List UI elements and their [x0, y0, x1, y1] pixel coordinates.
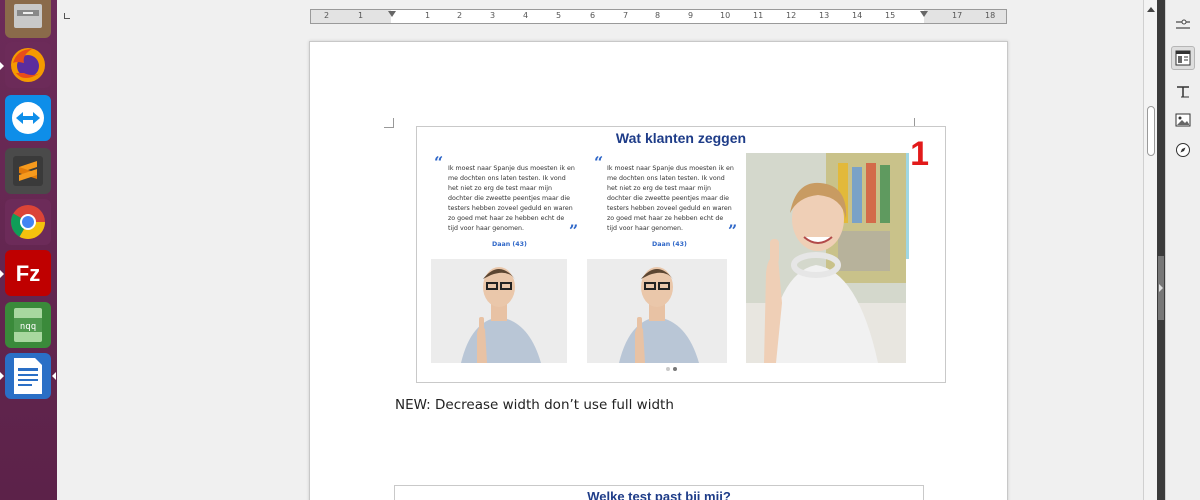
ruler-number: 12: [786, 11, 797, 20]
svg-text:nqq: nqq: [20, 322, 36, 332]
ruler-number: 6: [590, 11, 596, 20]
ruler-number: 10: [720, 11, 731, 20]
ruler-number: 13: [819, 11, 830, 20]
ruler-number: 1: [425, 11, 431, 20]
ruler-number: 8: [655, 11, 661, 20]
sublime-text-launcher-icon[interactable]: [5, 148, 51, 194]
first-line-indent-marker[interactable]: [388, 11, 396, 17]
ruler-left-margin: [311, 10, 391, 23]
testimonial-photo-man: [587, 259, 727, 363]
vertical-scrollbar[interactable]: [1143, 0, 1157, 500]
annotation-number: 1: [910, 135, 929, 173]
open-quote-icon: “: [434, 153, 444, 172]
ruler-number: 1: [358, 11, 364, 20]
ruler-number: 11: [753, 11, 764, 20]
chrome-launcher-icon[interactable]: [5, 199, 51, 245]
horizontal-ruler[interactable]: 2 1 1 2 3 4 5 6 7 8 9 10 11 12 13 14 15 …: [310, 9, 1007, 24]
page-corner-mark: [384, 118, 394, 128]
scrollbar-thumb[interactable]: [1147, 106, 1155, 156]
ruler-number: 2: [457, 11, 463, 20]
ruler-number: 4: [523, 11, 529, 20]
ruler-number: 2: [324, 11, 330, 20]
properties-icon[interactable]: [1171, 46, 1195, 70]
accent-bar: [906, 153, 909, 259]
ruler-number: 15: [885, 11, 896, 20]
testimonial-author: Daan (43): [492, 241, 527, 248]
note-paragraph[interactable]: NEW: Decrease width don’t use full width: [395, 397, 674, 413]
testimonial-photo-woman: [746, 153, 906, 363]
carousel-dots[interactable]: [666, 367, 677, 371]
ruler-number: 7: [623, 11, 629, 20]
svg-text:Fz: Fz: [16, 261, 40, 286]
sidebar-splitter[interactable]: [1157, 0, 1165, 500]
filezilla-launcher-icon[interactable]: Fz: [5, 250, 51, 296]
close-quote-icon: ”: [728, 221, 738, 240]
libreoffice-writer-launcher-icon[interactable]: [5, 353, 51, 399]
sidebar-deck: [1165, 0, 1200, 500]
ruler-number: 14: [852, 11, 863, 20]
unity-launcher: Fz nqq: [0, 0, 57, 500]
files-launcher-icon[interactable]: [5, 0, 51, 38]
carousel-dot[interactable]: [666, 367, 670, 371]
testimonial-text: Ik moest naar Spanje dus moesten ik en m…: [607, 165, 734, 232]
ruler-number: 3: [490, 11, 496, 20]
carousel-dot-active[interactable]: [673, 367, 677, 371]
ruler-corner: [64, 13, 70, 19]
next-widget-image[interactable]: Welke test past bij mij?: [394, 485, 924, 500]
document-page[interactable]: Wat klanten zeggen 1 “ Ik moest naar Spa…: [309, 41, 1008, 500]
navigator-icon[interactable]: [1171, 138, 1195, 162]
sidebar-menu-icon[interactable]: [1171, 12, 1195, 36]
scroll-up-arrow-icon[interactable]: [1147, 7, 1155, 12]
close-quote-icon: ”: [569, 221, 579, 240]
next-widget-title: Welke test past bij mij?: [587, 489, 731, 500]
right-indent-marker[interactable]: [920, 11, 928, 17]
teamviewer-launcher-icon[interactable]: [5, 95, 51, 141]
testimonial-widget-image[interactable]: Wat klanten zeggen 1 “ Ik moest naar Spa…: [416, 126, 946, 383]
testimonial-photo-man: [431, 259, 567, 363]
ruler-number: 18: [985, 11, 996, 20]
testimonial-text: Ik moest naar Spanje dus moesten ik en m…: [448, 165, 575, 232]
firefox-launcher-icon[interactable]: [5, 42, 51, 88]
ruler-number: 9: [688, 11, 694, 20]
splitter-grip[interactable]: [1158, 256, 1164, 320]
ruler-number: 17: [952, 11, 963, 20]
ruler-number: 5: [556, 11, 562, 20]
document-workspace: 2 1 1 2 3 4 5 6 7 8 9 10 11 12 13 14 15 …: [57, 0, 1157, 500]
open-quote-icon: “: [594, 153, 604, 172]
testimonial-author: Daan (43): [652, 241, 687, 248]
gallery-icon[interactable]: [1171, 108, 1195, 132]
widget-title: Wat klanten zeggen: [615, 130, 747, 146]
styles-icon[interactable]: [1171, 80, 1195, 104]
nqq-launcher-icon[interactable]: nqq: [5, 302, 51, 348]
